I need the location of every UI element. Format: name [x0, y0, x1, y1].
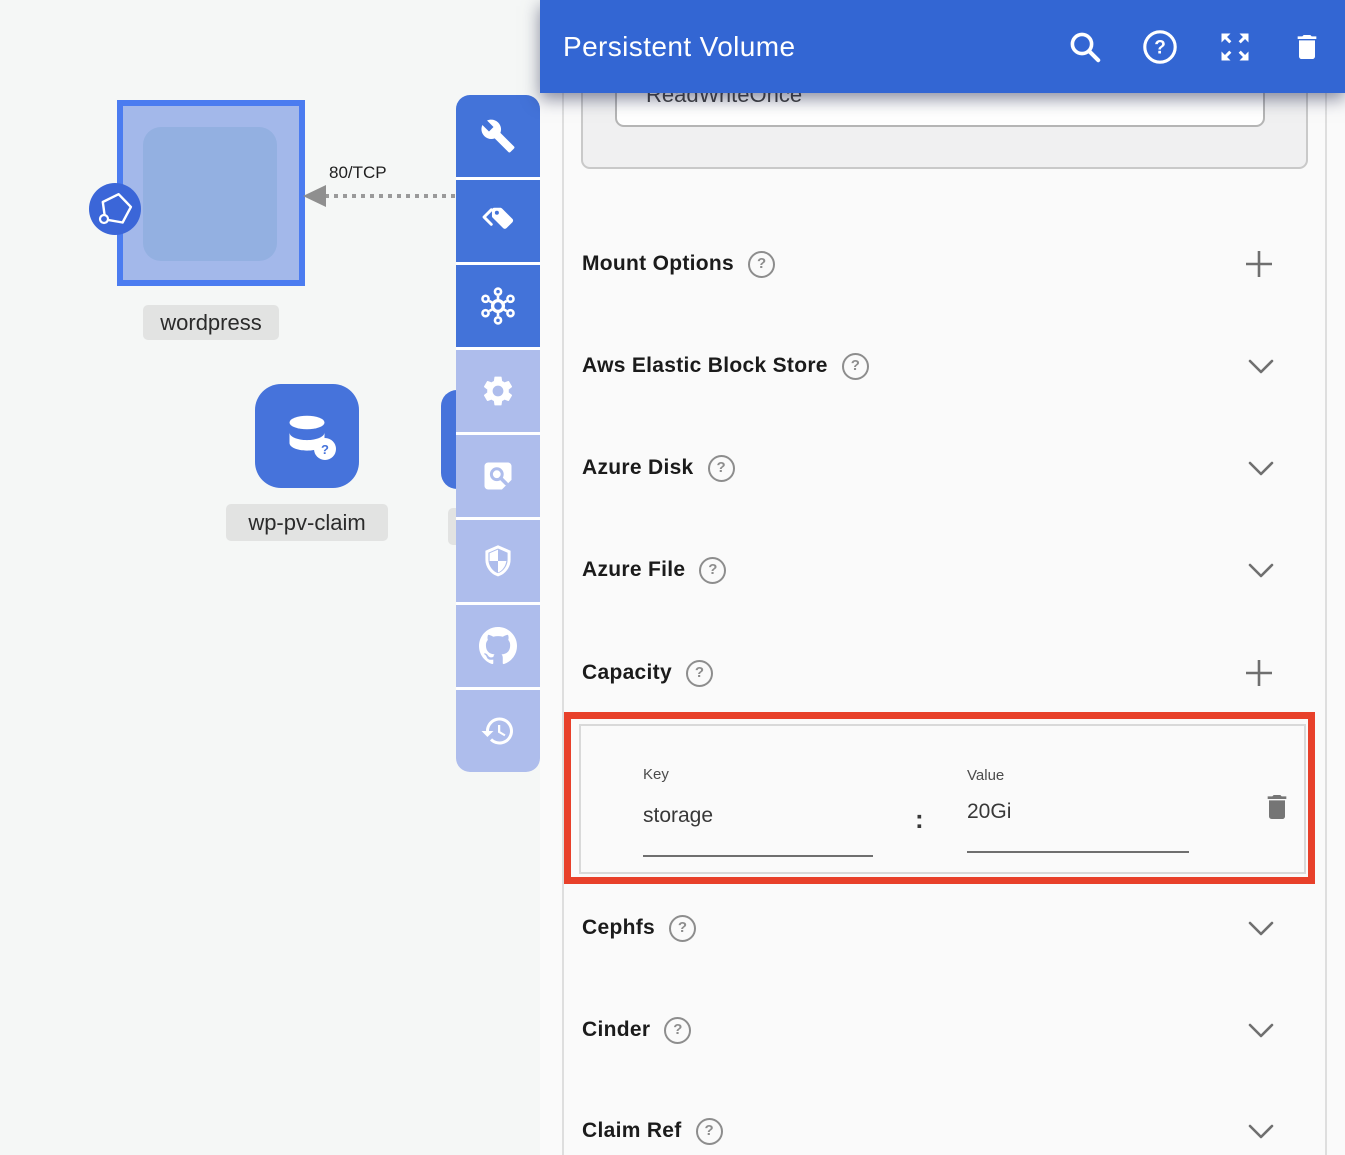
add-button[interactable]: [1244, 658, 1274, 688]
chevron-down-icon: [1248, 1124, 1274, 1139]
pvclaim-label: wp-pv-claim: [226, 504, 388, 541]
delete-icon[interactable]: [1291, 30, 1323, 64]
add-icon: [1244, 658, 1274, 688]
collapse-button[interactable]: [1248, 1023, 1274, 1038]
chevron-down-icon: [1248, 563, 1274, 578]
expand-icon[interactable]: [1217, 29, 1253, 65]
github-button[interactable]: [456, 605, 540, 687]
gear-button[interactable]: [456, 350, 540, 432]
collapse-button[interactable]: [1248, 563, 1274, 578]
shield-button[interactable]: [456, 520, 540, 602]
chevron-down-icon: [1248, 921, 1274, 936]
section-title: Capacity: [582, 661, 672, 685]
tag-icon: [479, 202, 517, 240]
chevron-down-icon: [1248, 359, 1274, 374]
persistent-volume-panel: ReadWriteOnce Mount Options ? Aws Elasti…: [540, 0, 1345, 1155]
chevron-down-icon: [1248, 1023, 1274, 1038]
trash-icon: [1261, 790, 1293, 824]
value-field[interactable]: 20Gi: [967, 800, 1011, 824]
section-title: Cinder: [582, 1018, 650, 1042]
add-icon: [1244, 249, 1274, 279]
history-button[interactable]: [456, 690, 540, 772]
section-help-icon[interactable]: ?: [748, 251, 775, 278]
diagram-toolbar: [456, 95, 540, 772]
pvclaim-node[interactable]: ?: [255, 384, 359, 488]
wordpress-node-inner: [143, 127, 277, 261]
wordpress-node[interactable]: [117, 100, 305, 286]
tag-button[interactable]: [456, 180, 540, 262]
inspect-document-button[interactable]: [456, 435, 540, 517]
section-help-icon[interactable]: ?: [686, 660, 713, 687]
panel-section-row: Aws Elastic Block Store ?: [582, 348, 1274, 384]
panel-title: Persistent Volume: [563, 31, 795, 63]
delete-entry-button[interactable]: [1261, 790, 1293, 829]
hub-icon: [478, 286, 518, 326]
wordpress-label: wordpress: [143, 305, 279, 340]
inspect-document-icon: [480, 458, 516, 494]
wrench-icon: [480, 118, 516, 154]
section-help-icon[interactable]: ?: [664, 1017, 691, 1044]
section-help-icon[interactable]: ?: [708, 455, 735, 482]
section-title: Mount Options: [582, 252, 734, 276]
app-screen: wordpress 80/TCP ? wp-pv-claim: [0, 0, 1345, 1155]
key-label: Key: [643, 766, 669, 783]
search-icon[interactable]: [1067, 29, 1103, 65]
section-help-icon[interactable]: ?: [696, 1118, 723, 1145]
panel-section-row: Cephfs ?: [582, 910, 1274, 946]
section-help-icon[interactable]: ?: [842, 353, 869, 380]
edge-arrowhead-icon: [303, 185, 326, 207]
add-button[interactable]: [1244, 249, 1274, 279]
panel-right-border: [1325, 0, 1327, 1155]
section-title: Aws Elastic Block Store: [582, 354, 828, 378]
pod-pentagon-icon: [89, 183, 141, 235]
gear-icon: [480, 373, 516, 409]
collapse-button[interactable]: [1248, 461, 1274, 476]
collapse-button[interactable]: [1248, 1124, 1274, 1139]
chevron-down-icon: [1248, 461, 1274, 476]
question-badge-icon: ?: [314, 438, 336, 460]
panel-section-row: Mount Options ?: [582, 246, 1274, 282]
panel-section-row: Claim Ref ?: [582, 1113, 1274, 1149]
capacity-entry-card: Key storage : Value 20Gi: [579, 724, 1306, 874]
section-help-icon[interactable]: ?: [699, 557, 726, 584]
collapse-button[interactable]: [1248, 359, 1274, 374]
panel-section-row: Azure Disk ?: [582, 450, 1274, 486]
section-title: Azure File: [582, 558, 685, 582]
value-label: Value: [967, 767, 1004, 784]
section-title: Claim Ref: [582, 1119, 682, 1143]
hub-button[interactable]: [456, 265, 540, 347]
panel-section-row: Azure File ?: [582, 552, 1274, 588]
panel-section-row: Capacity ?: [582, 655, 1274, 691]
value-field-underline: [967, 851, 1189, 853]
shield-icon: [480, 543, 516, 579]
section-title: Azure Disk: [582, 456, 694, 480]
panel-section-row: Cinder ?: [582, 1012, 1274, 1048]
section-title: Cephfs: [582, 916, 655, 940]
svg-text:?: ?: [1154, 37, 1166, 58]
panel-header: Persistent Volume ?: [540, 0, 1345, 93]
history-icon: [480, 713, 516, 749]
section-help-icon[interactable]: ?: [669, 915, 696, 942]
panel-left-border: [562, 0, 564, 1155]
collapse-button[interactable]: [1248, 921, 1274, 936]
service-edge-dotted-line: [325, 194, 457, 198]
github-icon: [479, 627, 517, 665]
edge-port-label: 80/TCP: [329, 163, 387, 183]
key-field[interactable]: storage: [643, 804, 713, 828]
help-icon[interactable]: ?: [1141, 28, 1179, 66]
wrench-button[interactable]: [456, 95, 540, 177]
key-field-underline: [643, 855, 873, 857]
key-value-separator: :: [915, 804, 924, 835]
